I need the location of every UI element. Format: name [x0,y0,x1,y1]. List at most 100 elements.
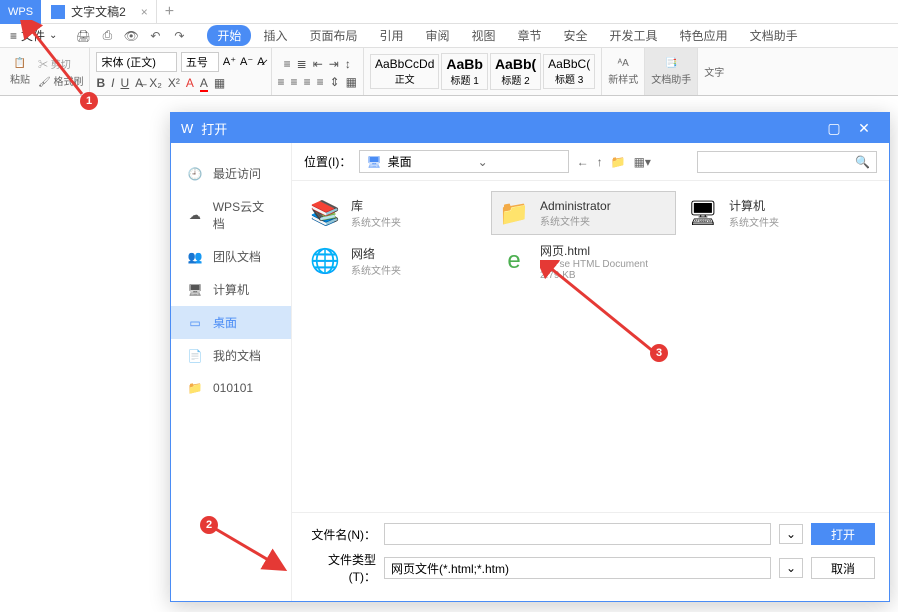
sidebar-mydocs[interactable]: 📄我的文档 [171,339,291,372]
shrink-font-icon[interactable]: A⁻ [240,55,253,68]
location-select[interactable]: 🖥 桌面 ⌄ [359,150,568,173]
style-h3[interactable]: AaBbC(标题 3 [543,54,595,89]
sidebar-folder[interactable]: 📁010101 [171,372,291,404]
filename-dropdown-icon[interactable]: ⌄ [779,524,803,544]
tab-layout[interactable]: 页面布局 [299,25,367,46]
open-button[interactable]: 打开 [811,523,875,545]
preview-icon[interactable]: 👁 [123,28,139,44]
indent-inc-icon[interactable]: ⇥ [329,57,339,71]
fill-icon[interactable]: ▦ [214,76,225,92]
clock-icon: 🕘 [187,166,203,182]
tab-insert[interactable]: 插入 [253,25,297,46]
doc-helper-button[interactable]: 📑文档助手 [651,58,691,86]
align-left-icon[interactable]: ≡ [278,75,285,89]
sidebar-cloud[interactable]: ☁WPS云文档 [171,190,291,240]
tab-security[interactable]: 安全 [554,25,598,46]
annotation-2: 2 [200,516,218,534]
justify-icon[interactable]: ≡ [317,75,324,89]
numbering-icon[interactable]: ≣ [297,57,307,71]
strike-icon[interactable]: A̶ [135,76,143,92]
line-spacing-icon[interactable]: ⇕ [330,75,340,89]
folder-icon: 📁 [187,380,203,396]
sidebar-computer[interactable]: 🖥计算机 [171,273,291,306]
font-select[interactable]: 宋体 (正文) [96,52,176,72]
back-icon[interactable]: ← [577,155,589,169]
location-bar: 位置(I)： 🖥 桌面 ⌄ ← ↑ 📁 ▦▾ 🔍 [292,143,889,181]
tab-dev[interactable]: 开发工具 [600,25,668,46]
underline-icon[interactable]: U [121,76,130,92]
shading-icon[interactable]: ▦ [346,75,357,89]
view-icon[interactable]: ▦▾ [634,155,651,169]
grow-font-icon[interactable]: A⁺ [223,55,236,68]
sidebar-team[interactable]: 👥团队文档 [171,240,291,273]
style-icon: ᴬA [618,58,629,69]
cloud-icon: ☁ [187,207,203,223]
sort-icon[interactable]: ↕ [345,57,351,71]
add-tab-button[interactable]: + [165,3,174,21]
highlight-icon[interactable]: A [186,76,194,92]
clear-format-icon[interactable]: A̷ [257,56,264,68]
doc-name: 文字文稿2 [71,3,126,20]
newfolder-icon[interactable]: 📁 [611,155,626,169]
doc-helper-group: 📑文档助手 [645,48,698,95]
search-icon: 🔍 [855,155,870,169]
new-style-button[interactable]: ᴬA新样式 [608,58,638,86]
styles-group: AaBbCcDd正文 AaBb标题 1 AaBb(标题 2 AaBbC(标题 3 [364,48,602,95]
style-h2[interactable]: AaBb(标题 2 [490,53,541,90]
network-icon: 🌐 [307,243,343,279]
file-administrator[interactable]: 📁 Administrator系统文件夹 [491,191,676,235]
size-select[interactable]: 五号 [181,52,219,72]
tab-chapter[interactable]: 章节 [508,25,552,46]
dialog-main: 位置(I)： 🖥 桌面 ⌄ ← ↑ 📁 ▦▾ 🔍 📚 [291,143,889,601]
close-button[interactable]: ✕ [849,120,879,137]
filetype-dropdown-icon[interactable]: ⌄ [779,558,803,578]
tab-reference[interactable]: 引用 [369,25,413,46]
arrow-2 [210,524,290,574]
filetype-select[interactable]: 网页文件(*.html;*.htm) [384,557,771,579]
tab-view[interactable]: 视图 [462,25,506,46]
new-style-group: ᴬA新样式 [602,48,645,95]
arrow-1 [20,20,90,100]
file-library[interactable]: 📚 库系统文件夹 [302,191,487,235]
sub-icon[interactable]: X₂ [149,76,162,92]
bullets-icon[interactable]: ≡ [284,57,291,71]
docs-icon: 📄 [187,348,203,364]
desktop-icon: ▭ [187,315,203,331]
close-icon[interactable]: × [141,5,148,19]
quick-access: 🖨 ⎙ 👁 ↶ ↷ [75,28,187,44]
italic-icon[interactable]: I [111,76,114,92]
cancel-button[interactable]: 取消 [811,557,875,579]
monitor-icon: 🖥 [187,282,203,298]
ribbon: 📋 粘贴 ✂ 剪切 🖌 格式刷 宋体 (正文) 五号 A⁺ A⁻ A̷ B I … [0,48,898,96]
text-button[interactable]: 文字 [704,64,724,79]
team-icon: 👥 [187,249,203,265]
sidebar-desktop[interactable]: ▭桌面 [171,306,291,339]
file-computer[interactable]: 🖥 计算机系统文件夹 [680,191,865,235]
sidebar-recent[interactable]: 🕘最近访问 [171,157,291,190]
search-input[interactable]: 🔍 [697,151,877,173]
redo-icon[interactable]: ↷ [171,28,187,44]
up-icon[interactable]: ↑ [597,155,603,169]
indent-dec-icon[interactable]: ⇤ [313,57,323,71]
helper-icon: 📑 [665,58,677,69]
tab-start[interactable]: 开始 [207,25,251,46]
undo-icon[interactable]: ↶ [147,28,163,44]
filename-input[interactable] [384,523,771,545]
align-center-icon[interactable]: ≡ [291,75,298,89]
tab-helper[interactable]: 文档助手 [740,25,808,46]
bold-icon[interactable]: B [96,76,105,92]
style-h1[interactable]: AaBb标题 1 [441,53,488,90]
monitor-small-icon: 🖥 [366,155,381,169]
font-color-icon[interactable]: A [200,76,208,92]
style-normal[interactable]: AaBbCcDd正文 [370,54,439,89]
tab-special[interactable]: 特色应用 [670,25,738,46]
menubar: ≡ 文件 🖨 ⎙ 👁 ↶ ↷ 开始 插入 页面布局 引用 审阅 视图 章节 安全… [0,24,898,48]
file-network[interactable]: 🌐 网络系统文件夹 [302,239,487,283]
sup-icon[interactable]: X² [168,76,180,92]
print-icon[interactable]: ⎙ [99,28,115,44]
maximize-button[interactable]: ▢ [819,120,849,137]
pc-icon: 🖥 [685,195,721,231]
tab-review[interactable]: 审阅 [415,25,459,46]
filename-label: 文件名(N)： [306,526,376,543]
align-right-icon[interactable]: ≡ [304,75,311,89]
